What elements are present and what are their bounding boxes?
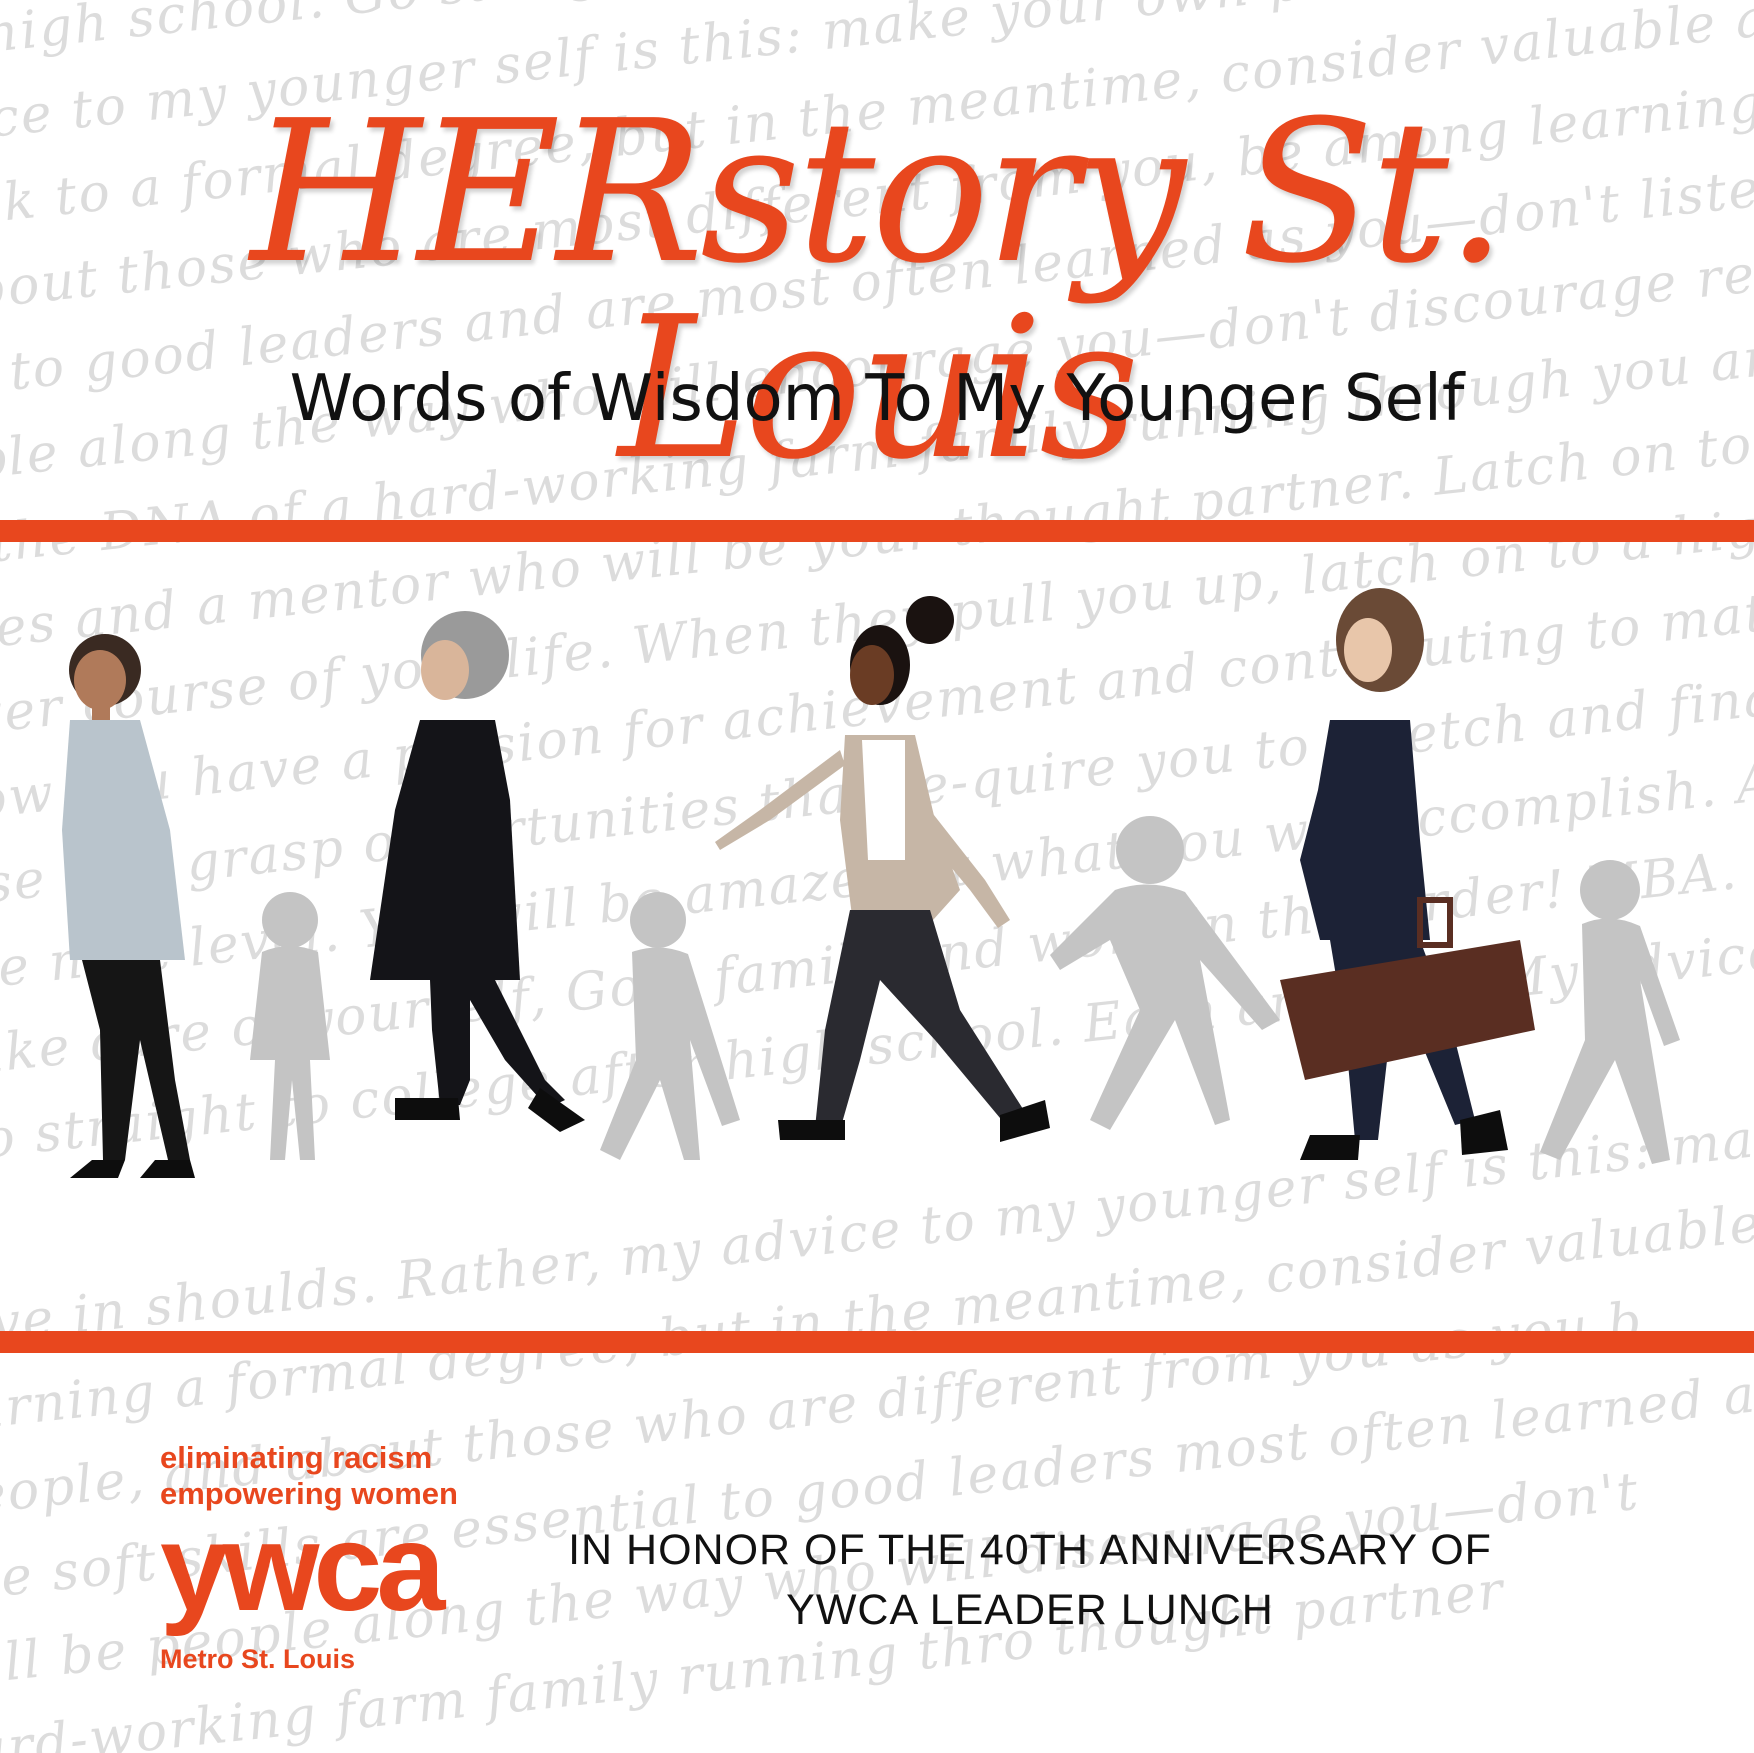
woman-navy-suit <box>1280 588 1535 1160</box>
logo-location: Metro St. Louis <box>160 1644 355 1674</box>
child-silhouette <box>600 892 740 1160</box>
ywca-logo: eliminating racism empowering women ywca… <box>160 1440 458 1675</box>
honor-line: YWCA LEADER LUNCH <box>786 1586 1274 1634</box>
logo-tagline: eliminating racism <box>160 1440 433 1475</box>
honor-text: IN HONOR OF THE 40TH ANNIVERSARY OF YWCA… <box>540 1520 1520 1640</box>
child-silhouette <box>1540 860 1680 1164</box>
child-silhouette <box>250 892 330 1160</box>
page-subtitle: Words of Wisdom To My Younger Self <box>289 362 1465 436</box>
woman-black-tunic <box>370 611 585 1132</box>
bottom-divider <box>0 1331 1754 1353</box>
top-divider <box>0 520 1754 542</box>
walking-women-illustration <box>62 588 1680 1178</box>
woman-beige-cardigan <box>715 596 1050 1142</box>
logo-wordmark: ywca <box>160 1499 445 1637</box>
woman-grey-blazer <box>62 634 195 1178</box>
child-silhouette <box>1050 816 1280 1130</box>
honor-line: IN HONOR OF THE 40TH ANNIVERSARY OF <box>568 1526 1492 1574</box>
